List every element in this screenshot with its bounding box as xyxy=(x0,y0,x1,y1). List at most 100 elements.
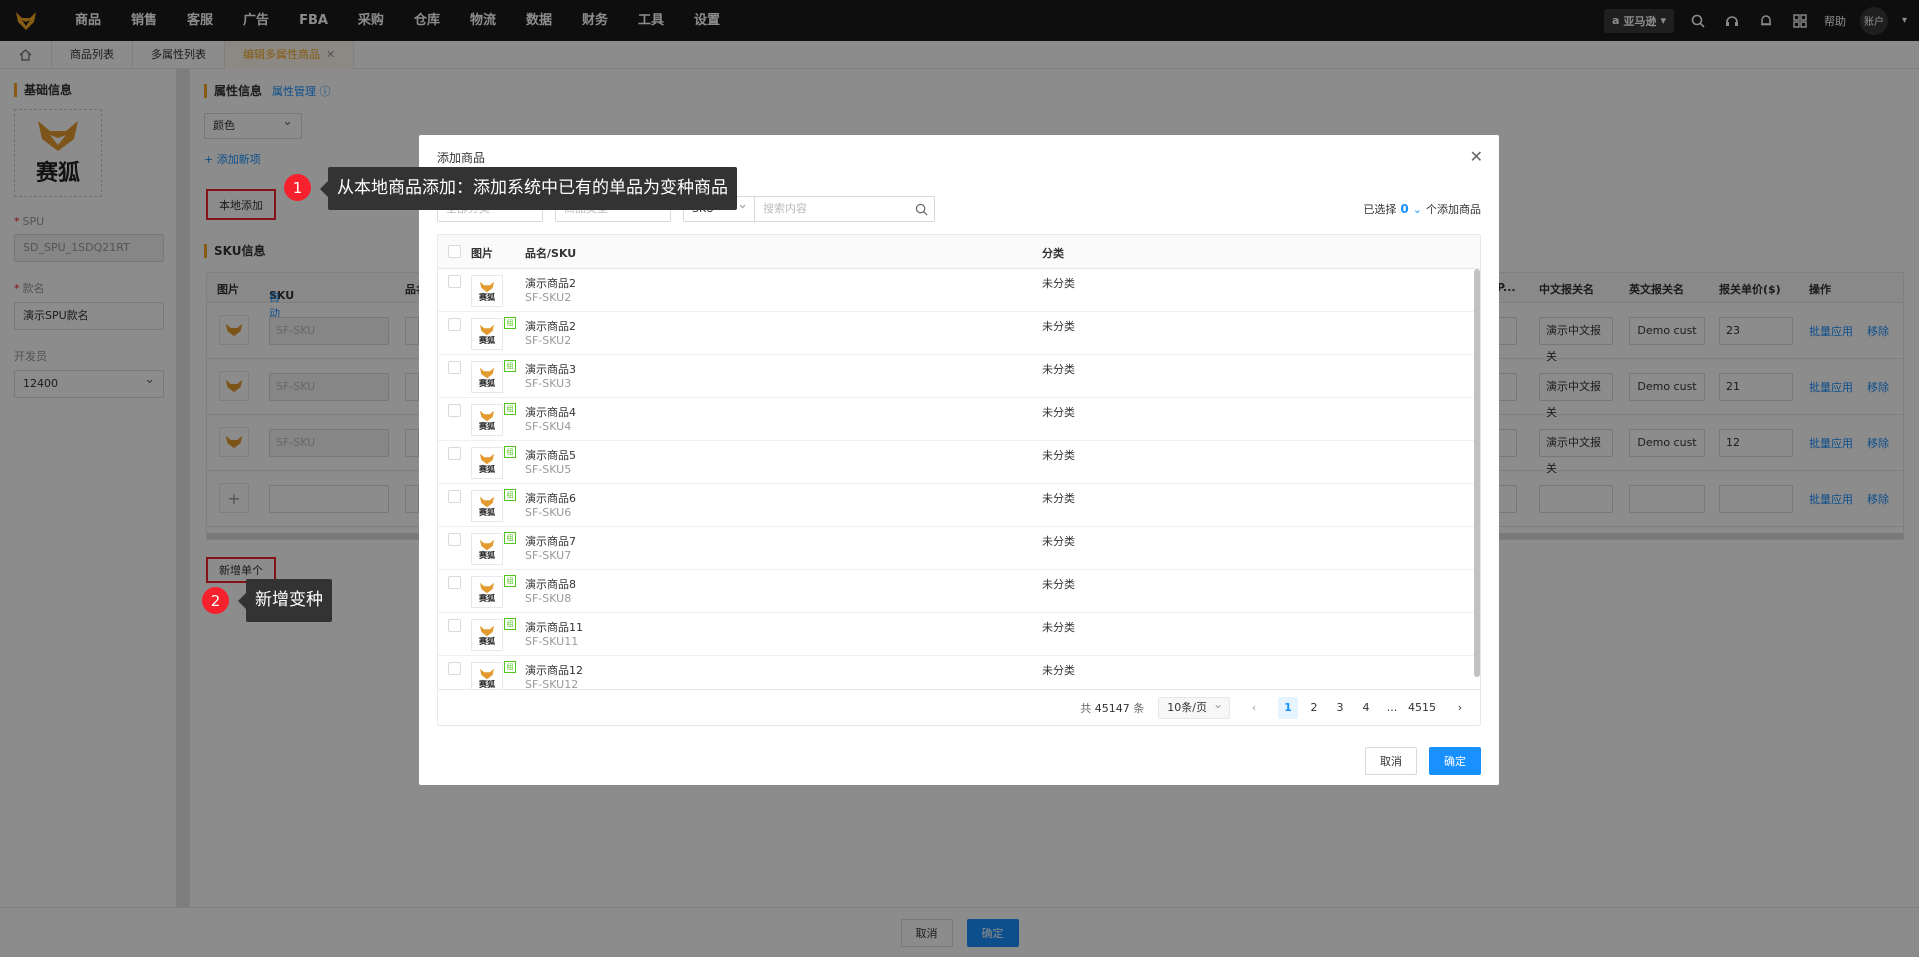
product-thumbnail: 赛狐 xyxy=(471,619,503,651)
combo-tag: 组 xyxy=(504,403,516,415)
vertical-scrollbar[interactable] xyxy=(1474,269,1480,677)
product-name: 演示商品2 xyxy=(525,320,576,333)
product-sku: SF-SKU6 xyxy=(525,506,572,519)
product-thumbnail: 赛狐 xyxy=(471,533,503,565)
product-row[interactable]: 赛狐 演示商品2 SF-SKU2 未分类 xyxy=(438,269,1480,312)
product-sku: SF-SKU2 xyxy=(525,334,572,347)
product-sku: SF-SKU5 xyxy=(525,463,572,476)
product-name: 演示商品3 xyxy=(525,363,576,376)
product-row[interactable]: 赛狐组演示商品6 SF-SKU6 未分类 xyxy=(438,484,1480,527)
combo-tag: 组 xyxy=(504,317,516,329)
combo-tag: 组 xyxy=(504,532,516,544)
row-checkbox[interactable] xyxy=(448,318,461,331)
product-sku: SF-SKU7 xyxy=(525,549,572,562)
combo-tag: 组 xyxy=(504,618,516,630)
product-row[interactable]: 赛狐组演示商品2 SF-SKU2 未分类 xyxy=(438,312,1480,355)
product-thumbnail: 赛狐 xyxy=(471,275,503,307)
combo-tag: 组 xyxy=(504,489,516,501)
row-checkbox[interactable] xyxy=(448,533,461,546)
product-name: 演示商品6 xyxy=(525,492,576,505)
product-sku: SF-SKU4 xyxy=(525,420,572,433)
product-row[interactable]: 赛狐组演示商品4 SF-SKU4 未分类 xyxy=(438,398,1480,441)
product-thumbnail: 赛狐 xyxy=(471,447,503,479)
product-sku: SF-SKU11 xyxy=(525,635,579,648)
row-checkbox[interactable] xyxy=(448,361,461,374)
product-thumbnail: 赛狐 xyxy=(471,318,503,350)
product-thumbnail: 赛狐 xyxy=(471,576,503,608)
row-checkbox[interactable] xyxy=(448,490,461,503)
row-checkbox[interactable] xyxy=(448,275,461,288)
product-table-header: 图片 品名/SKU 分类 xyxy=(438,235,1480,269)
product-thumbnail: 赛狐 xyxy=(471,361,503,393)
product-name: 演示商品2 xyxy=(525,277,576,290)
row-checkbox[interactable] xyxy=(448,447,461,460)
product-name: 演示商品12 xyxy=(525,664,583,677)
chevron-down-icon[interactable]: ⌄ xyxy=(1413,203,1422,216)
step-badge-2: 2 xyxy=(202,587,229,614)
row-checkbox[interactable] xyxy=(448,662,461,675)
product-name: 演示商品5 xyxy=(525,449,576,462)
fox-logo-icon xyxy=(479,281,495,292)
product-row[interactable]: 赛狐组演示商品3 SF-SKU3 未分类 xyxy=(438,355,1480,398)
product-sku: SF-SKU8 xyxy=(525,592,572,605)
row-checkbox[interactable] xyxy=(448,404,461,417)
fox-logo-icon xyxy=(479,625,495,636)
prev-page-icon[interactable]: ‹ xyxy=(1244,697,1264,719)
fox-logo-icon xyxy=(479,668,495,679)
product-category: 未分类 xyxy=(1042,277,1075,290)
product-category: 未分类 xyxy=(1042,621,1075,634)
modal-title: 添加商品 xyxy=(437,151,486,165)
close-icon[interactable]: ✕ xyxy=(1470,147,1483,166)
search-input[interactable]: 搜索内容 xyxy=(755,196,935,222)
product-name: 演示商品7 xyxy=(525,535,576,548)
combo-tag: 组 xyxy=(504,661,516,673)
product-table: 图片 品名/SKU 分类 赛狐 演示商品2 SF-SKU2 未分类 赛狐组演示商品2 SF… xyxy=(437,234,1481,726)
fox-logo-icon xyxy=(479,453,495,464)
fox-logo-icon xyxy=(479,324,495,335)
product-category: 未分类 xyxy=(1042,449,1075,462)
page-number[interactable]: 4 xyxy=(1356,697,1376,719)
product-row[interactable]: 赛狐组演示商品8 SF-SKU8 未分类 xyxy=(438,570,1480,613)
combo-tag: 组 xyxy=(504,575,516,587)
pagination: 共 45147 条 10条/页 ‹ 1234... 4515 › xyxy=(438,689,1480,725)
product-category: 未分类 xyxy=(1042,664,1075,677)
fox-logo-icon xyxy=(479,496,495,507)
selected-count[interactable]: 0 xyxy=(1400,202,1408,216)
fox-logo-icon xyxy=(479,410,495,421)
next-page-icon[interactable]: › xyxy=(1450,697,1470,719)
row-checkbox[interactable] xyxy=(448,576,461,589)
row-checkbox[interactable] xyxy=(448,619,461,632)
step-badge-1: 1 xyxy=(284,174,311,201)
page-number[interactable]: 2 xyxy=(1304,697,1324,719)
page-numbers: 1 2 3 4... 4515 xyxy=(1278,696,1436,719)
tooltip-local-add: 从本地商品添加：添加系统中已有的单品为变种商品 xyxy=(320,167,737,210)
product-name: 演示商品4 xyxy=(525,406,576,419)
product-row[interactable]: 赛狐组演示商品5 SF-SKU5 未分类 xyxy=(438,441,1480,484)
modal-confirm-button[interactable]: 确定 xyxy=(1429,747,1481,775)
product-category: 未分类 xyxy=(1042,492,1075,505)
page-number[interactable]: 3 xyxy=(1330,697,1350,719)
page-number[interactable]: 1 xyxy=(1278,696,1298,719)
selected-count-info: 已选择 0 ⌄ 个添加商品 xyxy=(1363,202,1481,216)
product-category: 未分类 xyxy=(1042,406,1075,419)
search-icon[interactable] xyxy=(915,203,928,216)
fox-logo-icon xyxy=(479,367,495,378)
page-number[interactable]: ... xyxy=(1382,697,1402,719)
product-category: 未分类 xyxy=(1042,578,1075,591)
product-name: 演示商品11 xyxy=(525,621,583,634)
select-all-checkbox[interactable] xyxy=(448,245,461,258)
page-number[interactable]: 4515 xyxy=(1408,697,1436,719)
modal-footer: 取消 确定 xyxy=(1365,747,1481,775)
product-row[interactable]: 赛狐组演示商品7 SF-SKU7 未分类 xyxy=(438,527,1480,570)
product-category: 未分类 xyxy=(1042,535,1075,548)
combo-tag: 组 xyxy=(504,446,516,458)
tooltip-add-variant: 新增变种 xyxy=(238,579,332,622)
product-row[interactable]: 赛狐组演示商品11 SF-SKU11 未分类 xyxy=(438,613,1480,656)
product-category: 未分类 xyxy=(1042,363,1075,376)
product-name: 演示商品8 xyxy=(525,578,576,591)
product-category: 未分类 xyxy=(1042,320,1075,333)
col-name-sku: 品名/SKU xyxy=(525,247,577,260)
modal-cancel-button[interactable]: 取消 xyxy=(1365,747,1417,775)
product-rows: 赛狐 演示商品2 SF-SKU2 未分类 赛狐组演示商品2 SF-SKU2 未分类 赛狐组演示… xyxy=(438,269,1480,699)
page-size-select[interactable]: 10条/页 xyxy=(1158,694,1230,719)
